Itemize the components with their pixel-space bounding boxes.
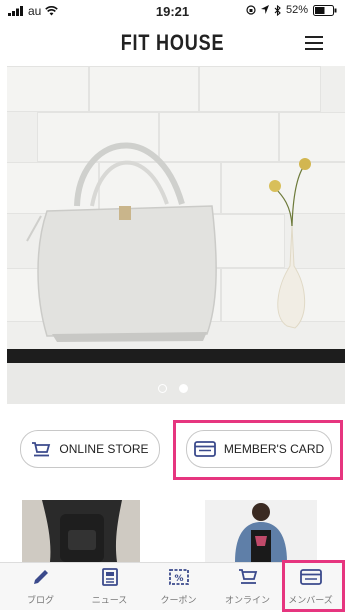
cart-icon (238, 569, 257, 584)
tab-online[interactable]: オンライン (213, 563, 282, 610)
carousel-dot-active[interactable] (178, 384, 188, 393)
shelf (7, 349, 345, 363)
status-bar: au 19:21 52% (0, 0, 345, 22)
hamburger-menu-icon[interactable] (305, 36, 323, 50)
bluetooth-icon (274, 4, 281, 16)
status-right: 52% (246, 4, 337, 16)
members-tab-highlight (282, 560, 345, 612)
blog-thumbnail-1[interactable] (22, 500, 140, 562)
carousel-indicator (0, 384, 345, 393)
tab-blog[interactable]: ブログ (6, 563, 75, 610)
svg-text:%: % (174, 574, 183, 584)
battery-percent: 52% (285, 4, 308, 16)
coupon-icon: % (168, 569, 189, 585)
carousel-dot[interactable] (157, 384, 167, 393)
tab-label: ニュース (91, 595, 128, 605)
brand-logo[interactable]: FIT HOUSE (31, 30, 314, 56)
lock-rotation-icon (246, 5, 256, 15)
tab-label: ブログ (26, 595, 54, 605)
app-header: FIT HOUSE (0, 22, 345, 66)
location-icon (260, 5, 269, 14)
tab-news[interactable]: ニュース (75, 563, 144, 610)
battery-icon (313, 4, 337, 16)
members-card-highlight (173, 420, 343, 480)
online-store-button[interactable]: ONLINE STORE (20, 430, 160, 468)
tab-label: クーポン (160, 595, 197, 605)
cart-icon (32, 441, 51, 456)
blog-thumbnail-2[interactable] (205, 500, 317, 562)
pencil-icon (33, 570, 48, 584)
news-icon (101, 568, 118, 586)
tab-label: オンライン (224, 595, 270, 605)
hero-carousel[interactable] (7, 66, 345, 404)
tab-coupon[interactable]: % クーポン (144, 563, 213, 610)
online-store-label: ONLINE STORE (59, 442, 149, 456)
